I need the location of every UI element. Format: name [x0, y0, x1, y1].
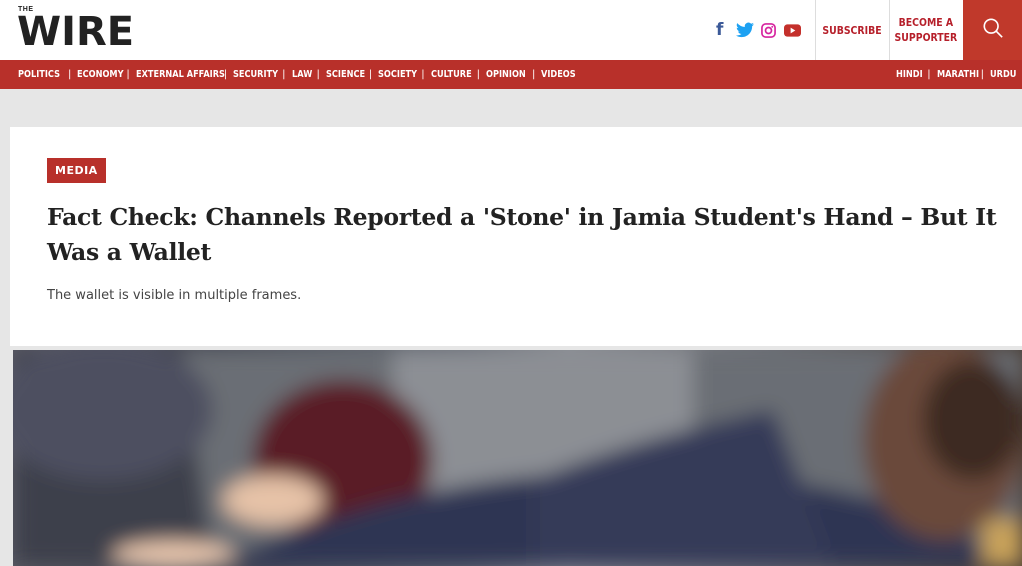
nav-item-science[interactable]: SCIENCE — [326, 69, 365, 80]
nav-item-society[interactable]: SOCIETY — [378, 69, 417, 80]
facebook-icon[interactable]: f — [716, 20, 723, 40]
twitter-icon[interactable] — [736, 20, 754, 40]
nav-item-videos[interactable]: VIDEOS — [541, 69, 576, 80]
header-divider — [815, 0, 816, 60]
nav-item-politics[interactable]: POLITICS — [18, 69, 60, 80]
hero-photo — [13, 350, 1022, 566]
search-button[interactable] — [963, 0, 1022, 60]
become-line-1: BECOME A — [898, 16, 954, 29]
nav-languages: HINDI | MARATHI | URDU — [896, 69, 1017, 80]
become-supporter-button[interactable]: BECOME A SUPPORTER — [890, 0, 962, 60]
site-header: THE WIRE f SUBSCRIBE BECOME A SUPPORTER — [0, 0, 1022, 60]
nav-item-economy[interactable]: ECONOMY — [77, 69, 124, 80]
category-badge[interactable]: MEDIA — [47, 158, 106, 183]
nav-item-security[interactable]: SECURITY — [233, 69, 278, 80]
nav-item-marathi[interactable]: MARATHI — [937, 69, 979, 80]
site-logo[interactable]: THE WIRE — [17, 5, 157, 57]
search-icon — [982, 17, 1004, 44]
nav-item-external-affairs[interactable]: EXTERNAL AFFAIRS — [136, 69, 225, 80]
nav-item-law[interactable]: LAW — [292, 69, 312, 80]
article-title: Fact Check: Channels Reported a 'Stone' … — [47, 203, 997, 266]
nav-item-culture[interactable]: CULTURE — [431, 69, 472, 80]
article-header-card: MEDIA Fact Check: Channels Reported a 'S… — [10, 127, 1022, 346]
nav-item-hindi[interactable]: HINDI — [896, 69, 923, 80]
nav-sections: POLITICS | ECONOMY | EXTERNAL AFFAIRS | SEC… — [18, 69, 577, 80]
nav-item-urdu[interactable]: URDU — [990, 69, 1016, 80]
article-subtitle: The wallet is visible in multiple frames… — [47, 288, 302, 303]
nav-item-opinion[interactable]: OPINION — [486, 69, 526, 80]
instagram-icon[interactable] — [761, 20, 776, 40]
logo-main-text: WIRE — [17, 9, 135, 55]
subscribe-button[interactable]: SUBSCRIBE — [822, 0, 882, 60]
youtube-icon[interactable] — [784, 20, 801, 40]
become-line-2: SUPPORTER — [894, 31, 958, 44]
main-nav: POLITICS | ECONOMY | EXTERNAL AFFAIRS | SEC… — [0, 60, 1022, 89]
article-hero-image — [13, 350, 1022, 566]
